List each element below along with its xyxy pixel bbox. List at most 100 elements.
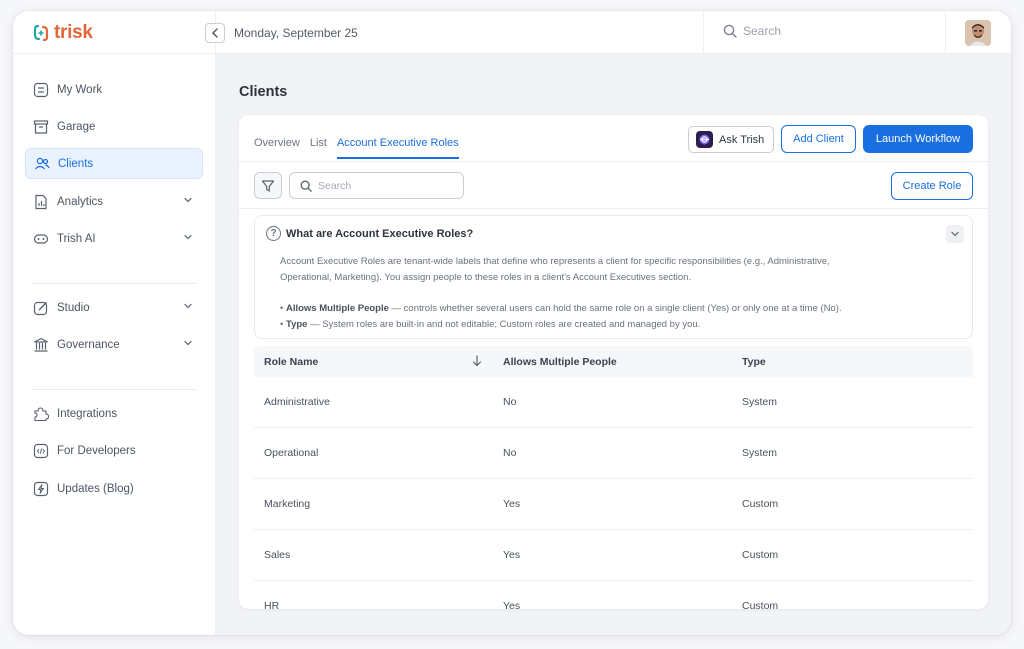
user-avatar[interactable] [965, 20, 991, 46]
global-search[interactable]: Search [723, 24, 781, 38]
info-bullets: • Allows Multiple People — controls whet… [280, 301, 842, 333]
tab-bar: Overview List Account Executive Roles [254, 137, 469, 159]
trish-ai-icon [33, 231, 49, 247]
role-name-cell: Sales [264, 549, 291, 561]
info-bullet-term: Allows Multiple People [285, 303, 389, 314]
table-row[interactable]: HR Yes Custom [254, 581, 973, 609]
add-client-button[interactable]: Add Client [781, 125, 856, 153]
role-name-cell: Operational [264, 447, 319, 459]
my-work-icon [33, 82, 49, 98]
info-bullet: • Allows Multiple People — controls whet… [280, 303, 842, 314]
info-bullet-text: — System roles are built-in and not edit… [307, 319, 701, 330]
chevron-down-icon [184, 197, 192, 203]
chevron-down-icon [184, 340, 192, 346]
chevron-down-icon [951, 231, 959, 237]
ask-trish-button[interactable]: Ask Trish [688, 126, 774, 153]
top-bar: trisk Monday, September 25 Search [13, 11, 1011, 54]
current-date: Monday, September 25 [234, 26, 358, 40]
allows-multiple-cell: Yes [503, 498, 521, 510]
question-icon: ? [266, 226, 281, 241]
table-row[interactable]: Sales Yes Custom [254, 530, 973, 581]
sidebar-item-studio[interactable]: Studio [25, 292, 203, 323]
logo-mark-icon [33, 24, 49, 42]
filter-icon [261, 179, 275, 192]
updates-icon [33, 481, 49, 497]
developers-icon [33, 443, 49, 459]
sidebar-item-clients[interactable]: Clients [25, 148, 203, 179]
table-header: Role Name Allows Multiple People Type [254, 346, 973, 377]
tab-list[interactable]: List [310, 137, 327, 159]
garage-icon [33, 119, 49, 135]
filter-button[interactable] [254, 172, 282, 199]
sidebar-item-trish-ai[interactable]: Trish AI [25, 223, 203, 254]
roles-search [289, 172, 464, 199]
clients-card: Overview List Account Executive Roles As… [239, 115, 988, 609]
table-row[interactable]: Marketing Yes Custom [254, 479, 973, 530]
sidebar-item-my-work[interactable]: My Work [25, 74, 203, 105]
main-content: Clients Overview List Account Executive … [215, 54, 1011, 635]
table-row[interactable]: Administrative No System [254, 377, 973, 428]
sidebar-item-garage[interactable]: Garage [25, 111, 203, 142]
type-cell: System [742, 447, 778, 459]
allows-multiple-cell: No [503, 396, 517, 408]
table-row[interactable]: Operational No System [254, 428, 973, 479]
chevron-down-icon [184, 234, 192, 240]
sidebar-item-integrations[interactable]: Integrations [25, 398, 203, 429]
column-header-role-name[interactable]: Role Name [264, 356, 318, 368]
governance-icon [33, 337, 49, 353]
sidebar-item-label: Governance [57, 338, 120, 351]
tabs-divider [239, 161, 988, 162]
logo[interactable]: trisk [31, 20, 93, 46]
studio-icon [33, 300, 49, 316]
role-name-cell: Administrative [264, 396, 330, 408]
search-icon [723, 24, 737, 38]
sidebar-item-governance[interactable]: Governance [25, 329, 203, 360]
page-title: Clients [239, 84, 288, 100]
sidebar-item-updates-blog[interactable]: Updates (Blog) [25, 473, 203, 504]
type-cell: Custom [742, 549, 779, 561]
trish-assistant-icon [696, 131, 713, 148]
chevron-left-icon [211, 28, 218, 38]
sidebar-item-label: Studio [57, 301, 90, 314]
sidebar-divider [32, 283, 196, 284]
column-header-allows-multiple[interactable]: Allows Multiple People [503, 356, 617, 368]
roles-search-input[interactable] [318, 179, 448, 192]
role-name-cell: HR [264, 600, 280, 609]
info-panel: ? What are Account Executive Roles? Acco… [254, 215, 973, 339]
integrations-icon [33, 406, 49, 422]
header-divider [703, 11, 704, 54]
header-divider [945, 11, 946, 54]
sidebar-item-analytics[interactable]: Analytics [25, 186, 203, 217]
sidebar-item-label: For Developers [57, 444, 136, 457]
collapse-sidebar-button[interactable] [205, 23, 225, 43]
tab-account-executive-roles[interactable]: Account Executive Roles [336, 137, 459, 159]
sidebar-divider [32, 389, 196, 390]
type-cell: Custom [742, 498, 779, 510]
sidebar-item-label: My Work [57, 83, 103, 96]
logo-text: trisk [54, 22, 93, 43]
sidebar-item-label: Trish AI [57, 232, 96, 245]
info-collapse-button[interactable] [946, 225, 964, 243]
sort-arrow-down-icon[interactable] [472, 355, 482, 367]
launch-workflow-button[interactable]: Launch Workflow [863, 125, 973, 153]
sidebar-item-label: Clients [58, 157, 94, 170]
sidebar-item-for-developers[interactable]: For Developers [25, 435, 203, 466]
info-title: What are Account Executive Roles? [286, 228, 474, 240]
roles-table: Role Name Allows Multiple People Type Ad… [254, 346, 973, 609]
info-bullet: • Type — System roles are built-in and n… [280, 319, 701, 330]
role-name-cell: Marketing [264, 498, 311, 510]
type-cell: Custom [742, 600, 779, 609]
sidebar-item-label: Integrations [57, 407, 118, 420]
info-bullet-text: — controls whether several users can hol… [388, 303, 842, 314]
sidebar: My Work Garage Clients Analytics Trish A… [13, 54, 215, 635]
clients-icon [34, 156, 50, 172]
column-header-type[interactable]: Type [742, 356, 766, 368]
global-search-placeholder: Search [743, 24, 782, 38]
search-icon [300, 180, 312, 192]
chevron-down-icon [184, 303, 192, 309]
create-role-button[interactable]: Create Role [891, 172, 973, 200]
app-window: trisk Monday, September 25 Search My Wor… [13, 11, 1011, 635]
analytics-icon [33, 194, 49, 210]
sidebar-item-label: Updates (Blog) [57, 482, 134, 495]
tab-overview[interactable]: Overview [254, 137, 300, 159]
